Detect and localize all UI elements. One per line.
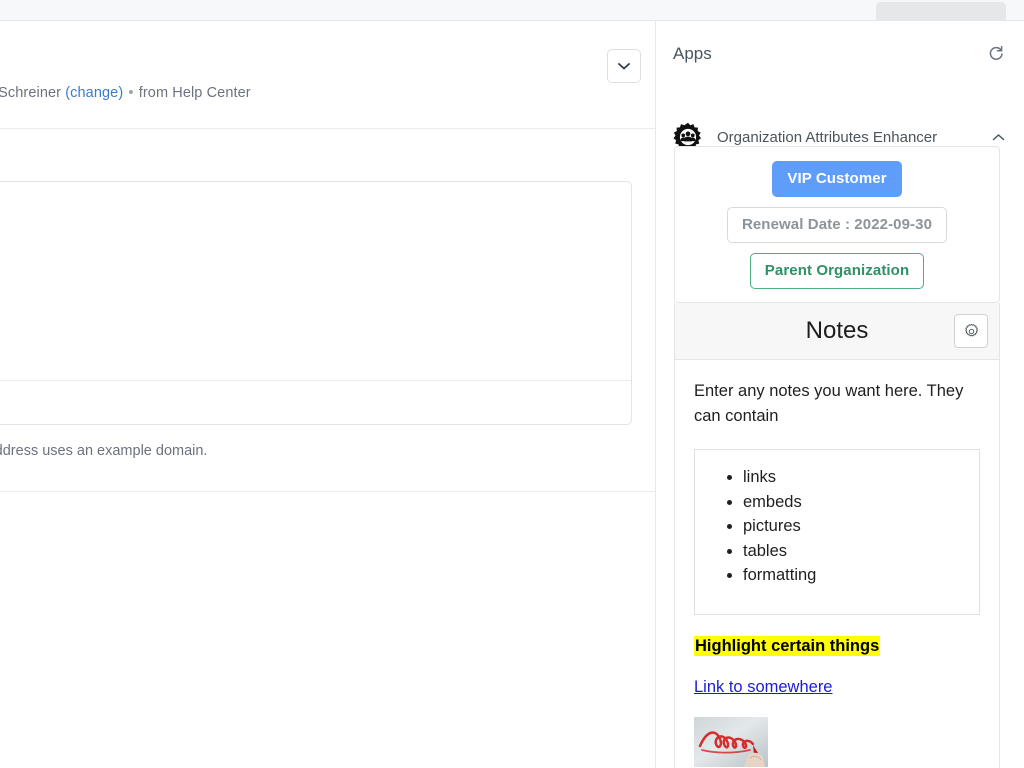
attribute-badge-parent-organization[interactable]: Parent Organization [749,252,925,289]
composer-hint-text: mail address uses an example domain. [0,443,208,459]
notes-highlight-line: Highlight certain things [694,635,881,656]
refresh-apps-button[interactable] [984,42,1008,66]
requester-change-link[interactable]: (change) [65,85,123,101]
refresh-icon [989,45,1003,60]
ticket-header: ndrew Schreiner (change) • from Help Cen… [0,21,655,129]
apps-panel: Apps Organization Attributes Enhancer VI… [657,21,1024,768]
collapse-header-button[interactable] [607,49,641,83]
requester-separator: • [128,85,134,101]
chevron-down-icon [618,63,630,70]
app-root: ndrew Schreiner (change) • from Help Cen… [0,0,1024,768]
app-collapse-button[interactable] [988,127,1008,147]
training-image [694,716,768,767]
apps-panel-header: Apps [673,39,1008,69]
reply-composer[interactable] [0,181,632,425]
list-item: tables [743,539,969,564]
requester-name: ndrew Schreiner [0,85,62,101]
notes-card: Notes Enter any notes you want here. The… [674,303,1000,768]
organization-attributes-card: VIP Customer Renewal Date : 2022-09-30 P… [674,146,1000,303]
chevron-up-icon [992,133,1004,140]
ticket-section-divider [0,491,655,492]
list-item: links [743,465,969,490]
attribute-badge-renewal-date[interactable]: Renewal Date : 2022-09-30 [726,206,948,243]
composer-toolbar-divider [0,380,631,381]
notes-link-row: Link to somewhere [694,678,980,697]
list-item: pictures [743,514,969,539]
list-item: embeds [743,490,969,515]
notes-list-container: links embeds pictures tables formatting [694,449,980,615]
app-name-label: Organization Attributes Enhancer [717,128,938,146]
notes-embedded-image[interactable] [694,716,768,767]
notes-external-link[interactable]: Link to somewhere [694,678,833,696]
list-item: formatting [743,563,969,588]
requester-channel: from Help Center [138,85,251,101]
requester-line: ndrew Schreiner (change) • from Help Cen… [0,85,251,101]
notes-header: Notes [675,303,999,360]
attribute-badge-vip[interactable]: VIP Customer [772,160,902,197]
notes-list: links embeds pictures tables formatting [721,465,969,588]
ticket-pane: ndrew Schreiner (change) • from Help Cen… [0,21,656,768]
top-chrome-strip [0,0,1024,24]
notes-title: Notes [805,317,869,344]
highlighted-text: Highlight certain things [694,635,881,656]
notes-settings-button[interactable] [954,314,988,348]
gear-icon [964,323,978,336]
notes-intro-text: Enter any notes you want here. They can … [694,382,964,425]
apps-panel-title: Apps [673,44,712,63]
notes-body: Enter any notes you want here. They can … [675,360,999,768]
